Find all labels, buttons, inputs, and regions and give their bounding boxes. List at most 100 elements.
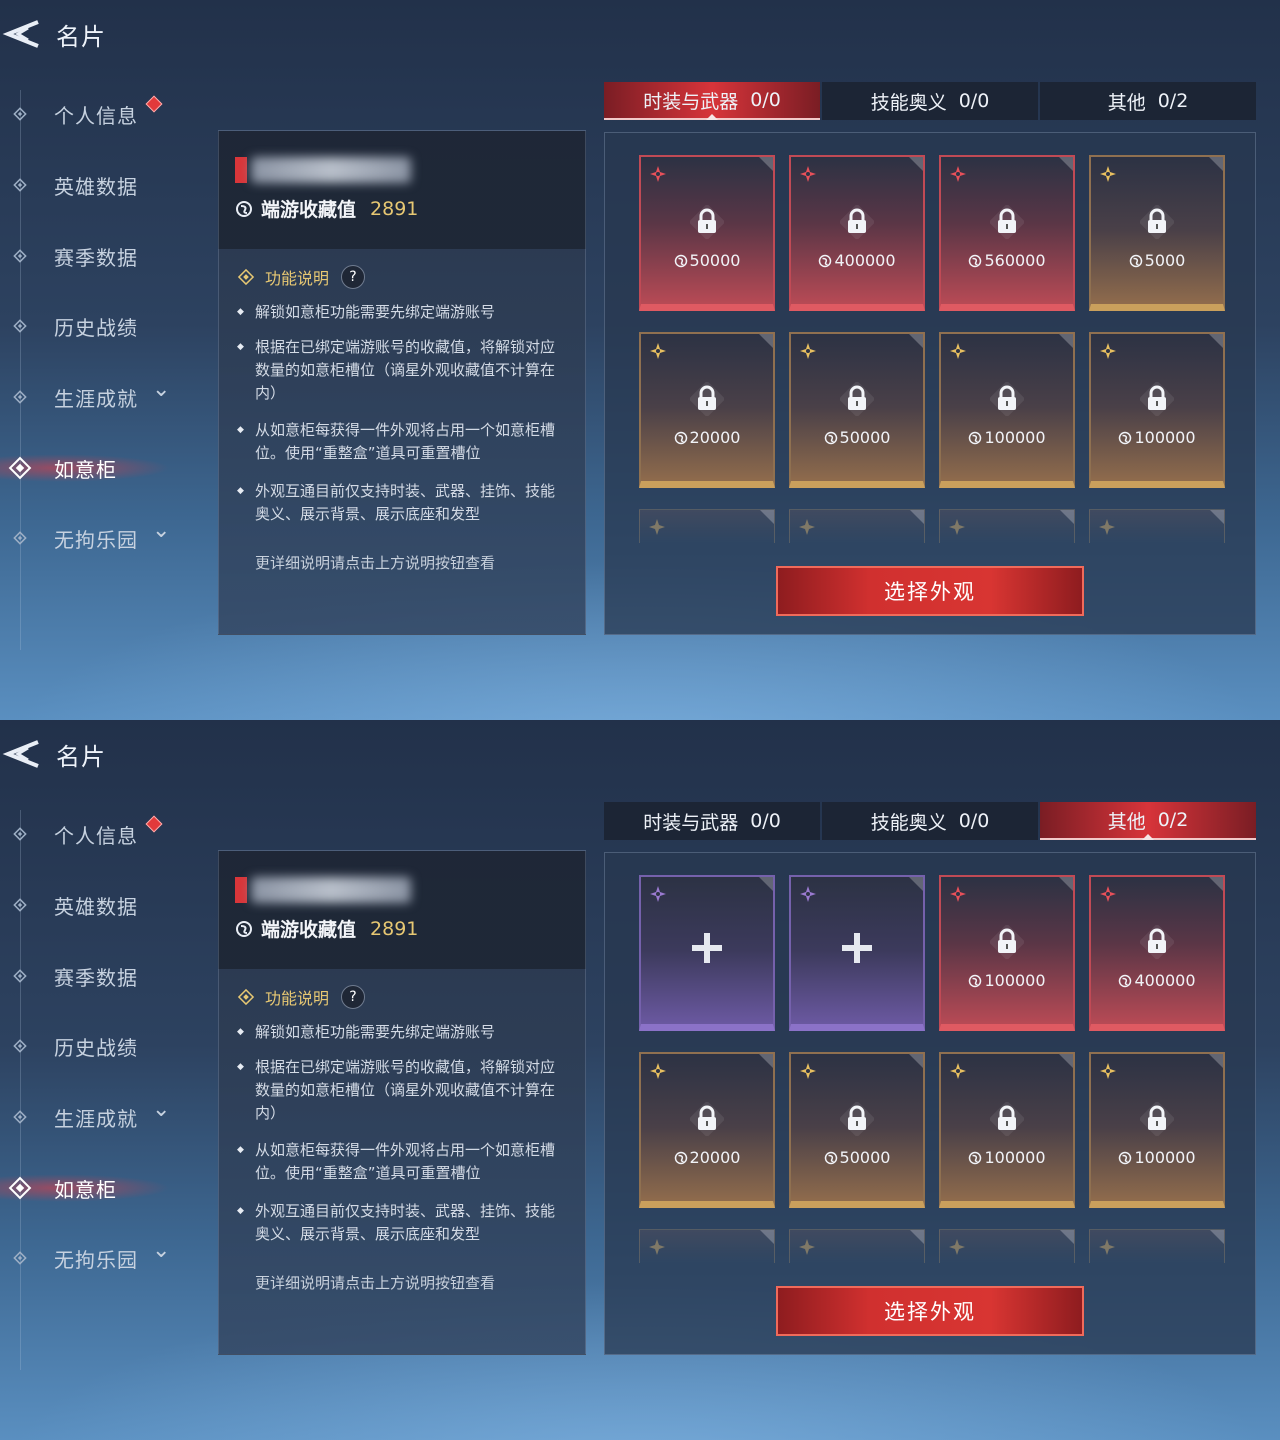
tab[interactable]: 时装与武器 0/0 (604, 802, 820, 840)
more-note: 更详细说明请点击上方说明按钮查看 (255, 554, 496, 572)
diamond-active-icon (8, 456, 32, 480)
sidebar-item[interactable]: 如意柜 (0, 446, 200, 490)
rarity-star-icon (1100, 343, 1116, 359)
slot-cost: 100000 (941, 971, 1073, 990)
locked-slot[interactable]: 400000 (1089, 875, 1225, 1031)
locked-slot[interactable]: 100000 (1089, 332, 1225, 488)
slot-partial (939, 1229, 1075, 1263)
select-appearance-button[interactable]: 选择外观 (776, 566, 1084, 616)
info-bullet: 解锁如意柜功能需要先绑定端游账号 (237, 301, 567, 324)
diamond-icon (13, 249, 27, 263)
tab-count: 0/0 (750, 810, 781, 832)
sidebar-item[interactable]: 历史战绩 (0, 1024, 200, 1068)
collect-coin-icon (969, 1151, 982, 1165)
sidebar-item-label: 如意柜 (54, 457, 117, 482)
slot-cost: 20000 (641, 1148, 773, 1167)
collect-coin-icon (969, 974, 982, 988)
locked-slot[interactable]: 100000 (939, 875, 1075, 1031)
slot-cost: 100000 (941, 428, 1073, 447)
slot-cost: 560000 (941, 251, 1073, 270)
collect-coin-icon (674, 1151, 687, 1165)
help-button[interactable]: ? (341, 985, 366, 1009)
func-title: 功能说明 (265, 269, 330, 288)
lock-icon (1140, 205, 1174, 239)
back-button[interactable] (0, 12, 44, 56)
slot-cost-value: 20000 (689, 428, 741, 447)
sidebar-item[interactable]: 无拘乐园 ⌄ (0, 1236, 200, 1280)
sidebar-item[interactable]: 赛季数据 (0, 234, 200, 278)
tab[interactable]: 时装与武器 0/0 (604, 82, 820, 120)
slot-cost-value: 100000 (984, 971, 1046, 990)
collect-label: 端游收藏值 (261, 919, 357, 941)
sidebar-item-label: 无拘乐园 (54, 527, 138, 552)
empty-slot[interactable] (639, 875, 775, 1031)
empty-slot[interactable] (789, 875, 925, 1031)
locked-slot[interactable]: 20000 (639, 1052, 775, 1208)
func-row: 功能说明 ? (237, 265, 366, 289)
slot-cost-value: 50000 (839, 1148, 891, 1167)
sidebar-item[interactable]: 无拘乐园 ⌄ (0, 516, 200, 560)
locked-slot[interactable]: 100000 (939, 1052, 1075, 1208)
rarity-star-icon (799, 1239, 815, 1255)
info-bullet-text: 从如意柜每获得一件外观将占用一个如意柜槽位。使用“重整盒”道具可重置槽位 (255, 1141, 556, 1182)
slot-cost: 400000 (1091, 971, 1223, 990)
tab-label: 技能奥义 (870, 91, 947, 114)
info-bullet: 根据在已绑定端游账号的收藏值，将解锁对应数量的如意柜槽位（谪星外观收藏值不计算在… (237, 336, 567, 405)
sidebar-item[interactable]: 生涯成就 ⌄ (0, 1095, 200, 1139)
locked-slot[interactable]: 560000 (939, 155, 1075, 311)
diamond-bullet-icon (12, 1250, 28, 1266)
lock-icon (990, 205, 1024, 239)
rarity-star-icon (649, 1239, 665, 1255)
sidebar-item[interactable]: 历史战绩 (0, 304, 200, 348)
locked-slot[interactable]: 50000 (789, 332, 925, 488)
chevron-down-icon[interactable]: ⌄ (152, 377, 170, 402)
slot-cost-value: 100000 (1134, 428, 1196, 447)
sidebar-item[interactable]: 个人信息 (0, 92, 200, 136)
locked-slot[interactable]: 20000 (639, 332, 775, 488)
info-bullet: 外观互通目前仅支持时装、武器、挂饰、技能奥义、展示背景、展示底座和发型 (237, 480, 567, 526)
collect-coin-icon (969, 431, 982, 445)
func-title: 功能说明 (265, 989, 330, 1008)
locked-slot[interactable]: 50000 (639, 155, 775, 311)
tab-active-caret (1142, 834, 1154, 840)
sidebar-item[interactable]: 个人信息 (0, 812, 200, 856)
tab-label: 其他 (1107, 91, 1146, 114)
tab[interactable]: 技能奥义 0/0 (822, 82, 1038, 120)
slot-partial (639, 509, 775, 543)
rarity-star-icon (650, 343, 666, 359)
sidebar-item[interactable]: 英雄数据 (0, 883, 200, 927)
back-button[interactable] (0, 732, 44, 776)
rarity-star-icon (649, 519, 665, 535)
collect-coin-icon (236, 200, 252, 217)
tab[interactable]: 其他 0/2 (1040, 82, 1256, 120)
tab[interactable]: 技能奥义 0/0 (822, 802, 1038, 840)
sidebar-item[interactable]: 生涯成就 ⌄ (0, 375, 200, 419)
func-diamond-icon (237, 268, 255, 286)
locked-slot[interactable]: 5000 (1089, 155, 1225, 311)
lock-icon (690, 382, 724, 416)
tab-count: 0/0 (750, 89, 781, 111)
chevron-down-icon[interactable]: ⌄ (152, 1097, 170, 1122)
page-title: 名片 (56, 22, 106, 51)
info-bullet-text: 外观互通目前仅支持时装、武器、挂饰、技能奥义、展示背景、展示底座和发型 (255, 1202, 556, 1243)
sidebar-item[interactable]: 英雄数据 (0, 163, 200, 207)
slot-cost-value: 50000 (839, 428, 891, 447)
chevron-down-icon[interactable]: ⌄ (152, 518, 170, 543)
sidebar-item[interactable]: 如意柜 (0, 1166, 200, 1210)
info-bullet-text: 解锁如意柜功能需要先绑定端游账号 (255, 1023, 496, 1041)
locked-slot[interactable]: 100000 (939, 332, 1075, 488)
help-button[interactable]: ? (341, 265, 366, 289)
plus-icon (692, 932, 722, 963)
sidebar-item-label: 如意柜 (54, 1177, 117, 1202)
tab-label: 技能奥义 (870, 811, 947, 834)
select-appearance-button[interactable]: 选择外观 (776, 1286, 1084, 1336)
lock-icon (690, 1102, 724, 1136)
sidebar-item[interactable]: 赛季数据 (0, 954, 200, 998)
header: 名片 (0, 730, 106, 778)
locked-slot[interactable]: 100000 (1089, 1052, 1225, 1208)
chevron-down-icon[interactable]: ⌄ (152, 1238, 170, 1263)
slot-partial (639, 1229, 775, 1263)
tab[interactable]: 其他 0/2 (1040, 802, 1256, 840)
locked-slot[interactable]: 50000 (789, 1052, 925, 1208)
locked-slot[interactable]: 400000 (789, 155, 925, 311)
